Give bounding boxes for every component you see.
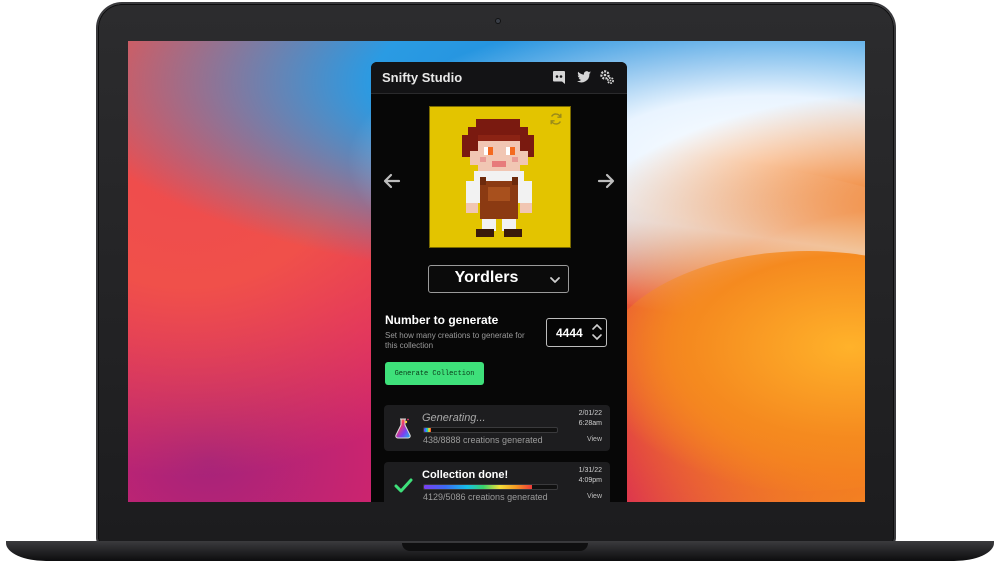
settings-icon[interactable] — [599, 69, 615, 85]
twitter-icon[interactable] — [576, 69, 592, 85]
refresh-icon[interactable] — [549, 112, 563, 126]
job-card: Generating... 438/8888 creations generat… — [384, 405, 610, 451]
job-view-link[interactable]: View — [587, 493, 602, 500]
app-header: Snifty Studio — [371, 62, 627, 94]
job-date: 1/31/22 — [578, 467, 602, 474]
job-card: Collection done! 4129/5086 creations gen… — [384, 462, 610, 502]
job-time: 6:28am — [578, 420, 602, 427]
job-date: 2/01/22 — [578, 410, 602, 417]
job-progress-bar — [423, 484, 558, 490]
discord-icon[interactable] — [551, 69, 567, 85]
job-time: 4:09pm — [578, 477, 602, 484]
pixel-character — [462, 119, 534, 237]
arrow-right-icon[interactable] — [596, 171, 616, 191]
job-progress-fill — [424, 485, 532, 489]
number-to-generate-description: Set how many creations to generate for t… — [385, 331, 525, 350]
collection-select-value: Yordlers — [454, 269, 519, 286]
job-status: Collection done! — [422, 469, 509, 481]
character-preview — [429, 106, 571, 248]
chevron-down-icon — [549, 273, 561, 285]
quantity-value: 4444 — [556, 326, 583, 340]
flask-icon — [393, 417, 413, 439]
job-count: 438/8888 creations generated — [423, 435, 543, 445]
job-count: 4129/5086 creations generated — [423, 492, 548, 502]
stepper-arrows[interactable] — [591, 321, 603, 343]
job-view-link[interactable]: View — [587, 436, 602, 443]
quantity-stepper[interactable]: 4444 — [546, 318, 607, 347]
job-progress-bar — [423, 427, 558, 433]
generate-collection-button[interactable]: Generate Collection — [385, 362, 484, 385]
collection-select[interactable]: Yordlers — [428, 265, 569, 293]
laptop-notch — [402, 543, 588, 551]
number-to-generate-title: Number to generate — [385, 313, 499, 327]
job-progress-fill — [424, 428, 431, 432]
stepper-down-icon — [592, 334, 602, 341]
job-status: Generating... — [422, 412, 486, 424]
camera-icon — [495, 18, 501, 24]
check-icon — [393, 474, 413, 496]
stepper-up-icon — [592, 323, 602, 330]
app-window: Snifty Studio Yordlers Number to generat… — [371, 62, 627, 502]
arrow-left-icon[interactable] — [382, 171, 402, 191]
app-title: Snifty Studio — [382, 70, 463, 85]
